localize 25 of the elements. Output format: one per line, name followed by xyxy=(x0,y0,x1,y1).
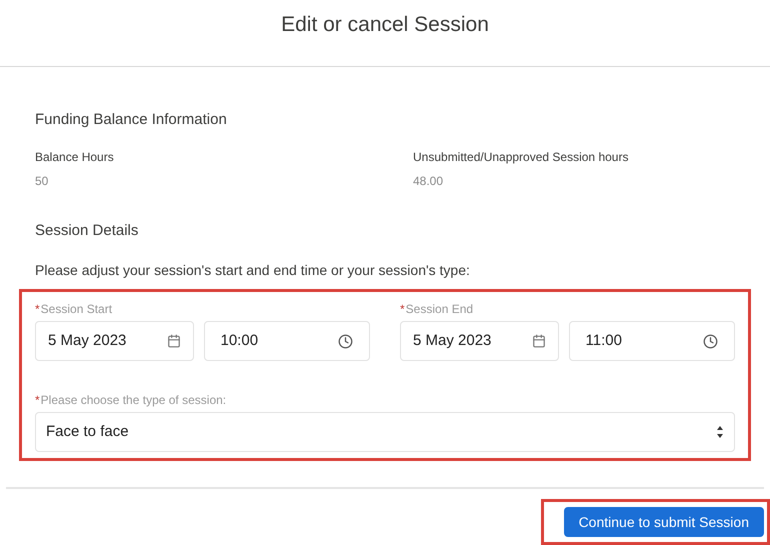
time-field[interactable]: 10:00 xyxy=(204,321,370,361)
field-value: 50 xyxy=(35,172,50,190)
time-field[interactable]: 11:00 xyxy=(568,321,735,361)
required-mark: * xyxy=(35,301,40,318)
section-heading: Funding Balance Information xyxy=(35,110,228,130)
clock-icon[interactable] xyxy=(703,334,718,348)
calendar-icon[interactable] xyxy=(532,334,546,348)
dialog-title: Edit or cancel Session xyxy=(281,12,489,38)
instruction-text: Please adjust your session's start and end time or your session's type: xyxy=(35,261,471,280)
field-value: 48.00 xyxy=(413,172,444,190)
session-type-select[interactable]: Face to face xyxy=(35,412,735,452)
field-label: Please choose the type of session: xyxy=(40,392,226,409)
calendar-icon[interactable] xyxy=(166,334,180,348)
date-field[interactable]: 5 May 2023 xyxy=(35,321,194,361)
field-label: Balance Hours xyxy=(35,148,115,166)
date-field[interactable]: 5 May 2023 xyxy=(400,321,558,361)
section-heading: Session Details xyxy=(35,220,140,240)
field-label: Session Start xyxy=(40,301,112,318)
required-mark: * xyxy=(35,392,40,409)
submit-button[interactable]: Continue to submit Session xyxy=(564,507,764,537)
sort-arrows-icon xyxy=(716,425,724,439)
field-label: Session End xyxy=(406,301,474,318)
clock-icon[interactable] xyxy=(338,334,353,348)
required-mark: * xyxy=(400,301,405,318)
field-label: Unsubmitted/Unapproved Session hours xyxy=(413,148,630,166)
